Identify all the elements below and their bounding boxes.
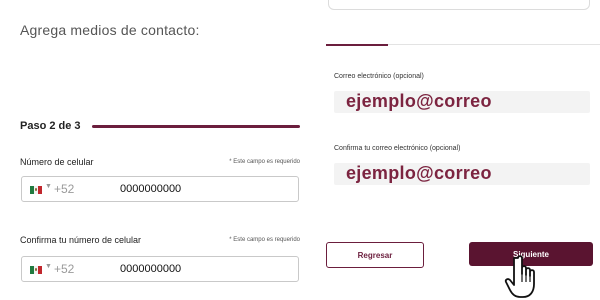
hand-pointer-icon xyxy=(504,255,535,298)
email-value[interactable]: ejemplo@correo xyxy=(346,91,492,112)
top-container-outline xyxy=(328,0,590,10)
step-progress-line xyxy=(92,125,300,128)
mexico-flag-icon[interactable] xyxy=(30,266,42,274)
step-indicator: Paso 2 de 3 xyxy=(20,120,81,132)
mexico-flag-icon[interactable] xyxy=(30,186,42,194)
phone-confirm-input[interactable]: ▼ +52 0000000000 xyxy=(21,256,299,282)
phone-confirm-label: Confirma tu número de celular xyxy=(20,235,142,245)
phone-value[interactable]: 0000000000 xyxy=(120,183,181,195)
section-accent-line xyxy=(326,44,388,46)
phone-confirm-value[interactable]: 0000000000 xyxy=(120,263,181,275)
back-button[interactable]: Regresar xyxy=(326,242,424,268)
form-heading: Agrega medios de contacto: xyxy=(20,22,200,38)
section-divider xyxy=(388,44,600,45)
phone-label: Número de celular xyxy=(20,157,94,167)
email-confirm-label: Confirma tu correo electrónico (opcional… xyxy=(334,145,461,152)
phone-confirm-required-note: * Este campo es requerido xyxy=(229,237,300,243)
email-label: Correo electrónico (opcional) xyxy=(334,73,424,80)
chevron-down-icon[interactable]: ▼ xyxy=(45,183,52,190)
email-confirm-value[interactable]: ejemplo@correo xyxy=(346,163,492,184)
chevron-down-icon[interactable]: ▼ xyxy=(45,263,52,270)
phone-required-note: * Este campo es requerido xyxy=(229,159,300,165)
email-confirm-input[interactable]: ejemplo@correo xyxy=(334,163,590,185)
phone-input[interactable]: ▼ +52 0000000000 xyxy=(21,176,299,202)
email-input[interactable]: ejemplo@correo xyxy=(334,91,590,113)
phone-prefix: +52 xyxy=(54,182,75,196)
phone-confirm-prefix: +52 xyxy=(54,262,75,276)
